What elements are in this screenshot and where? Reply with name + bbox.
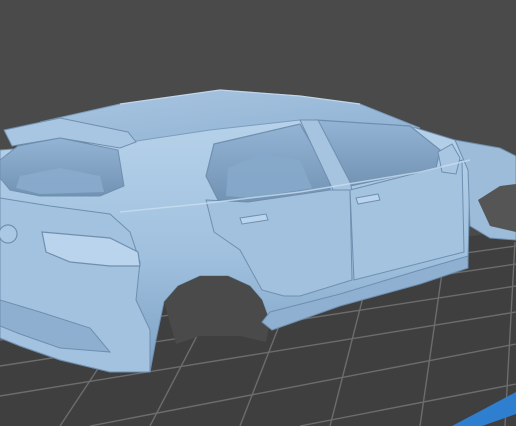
rear-badge-icon — [0, 224, 18, 244]
3d-viewport[interactable] — [0, 0, 516, 426]
viewport-canvas[interactable] — [0, 0, 516, 426]
